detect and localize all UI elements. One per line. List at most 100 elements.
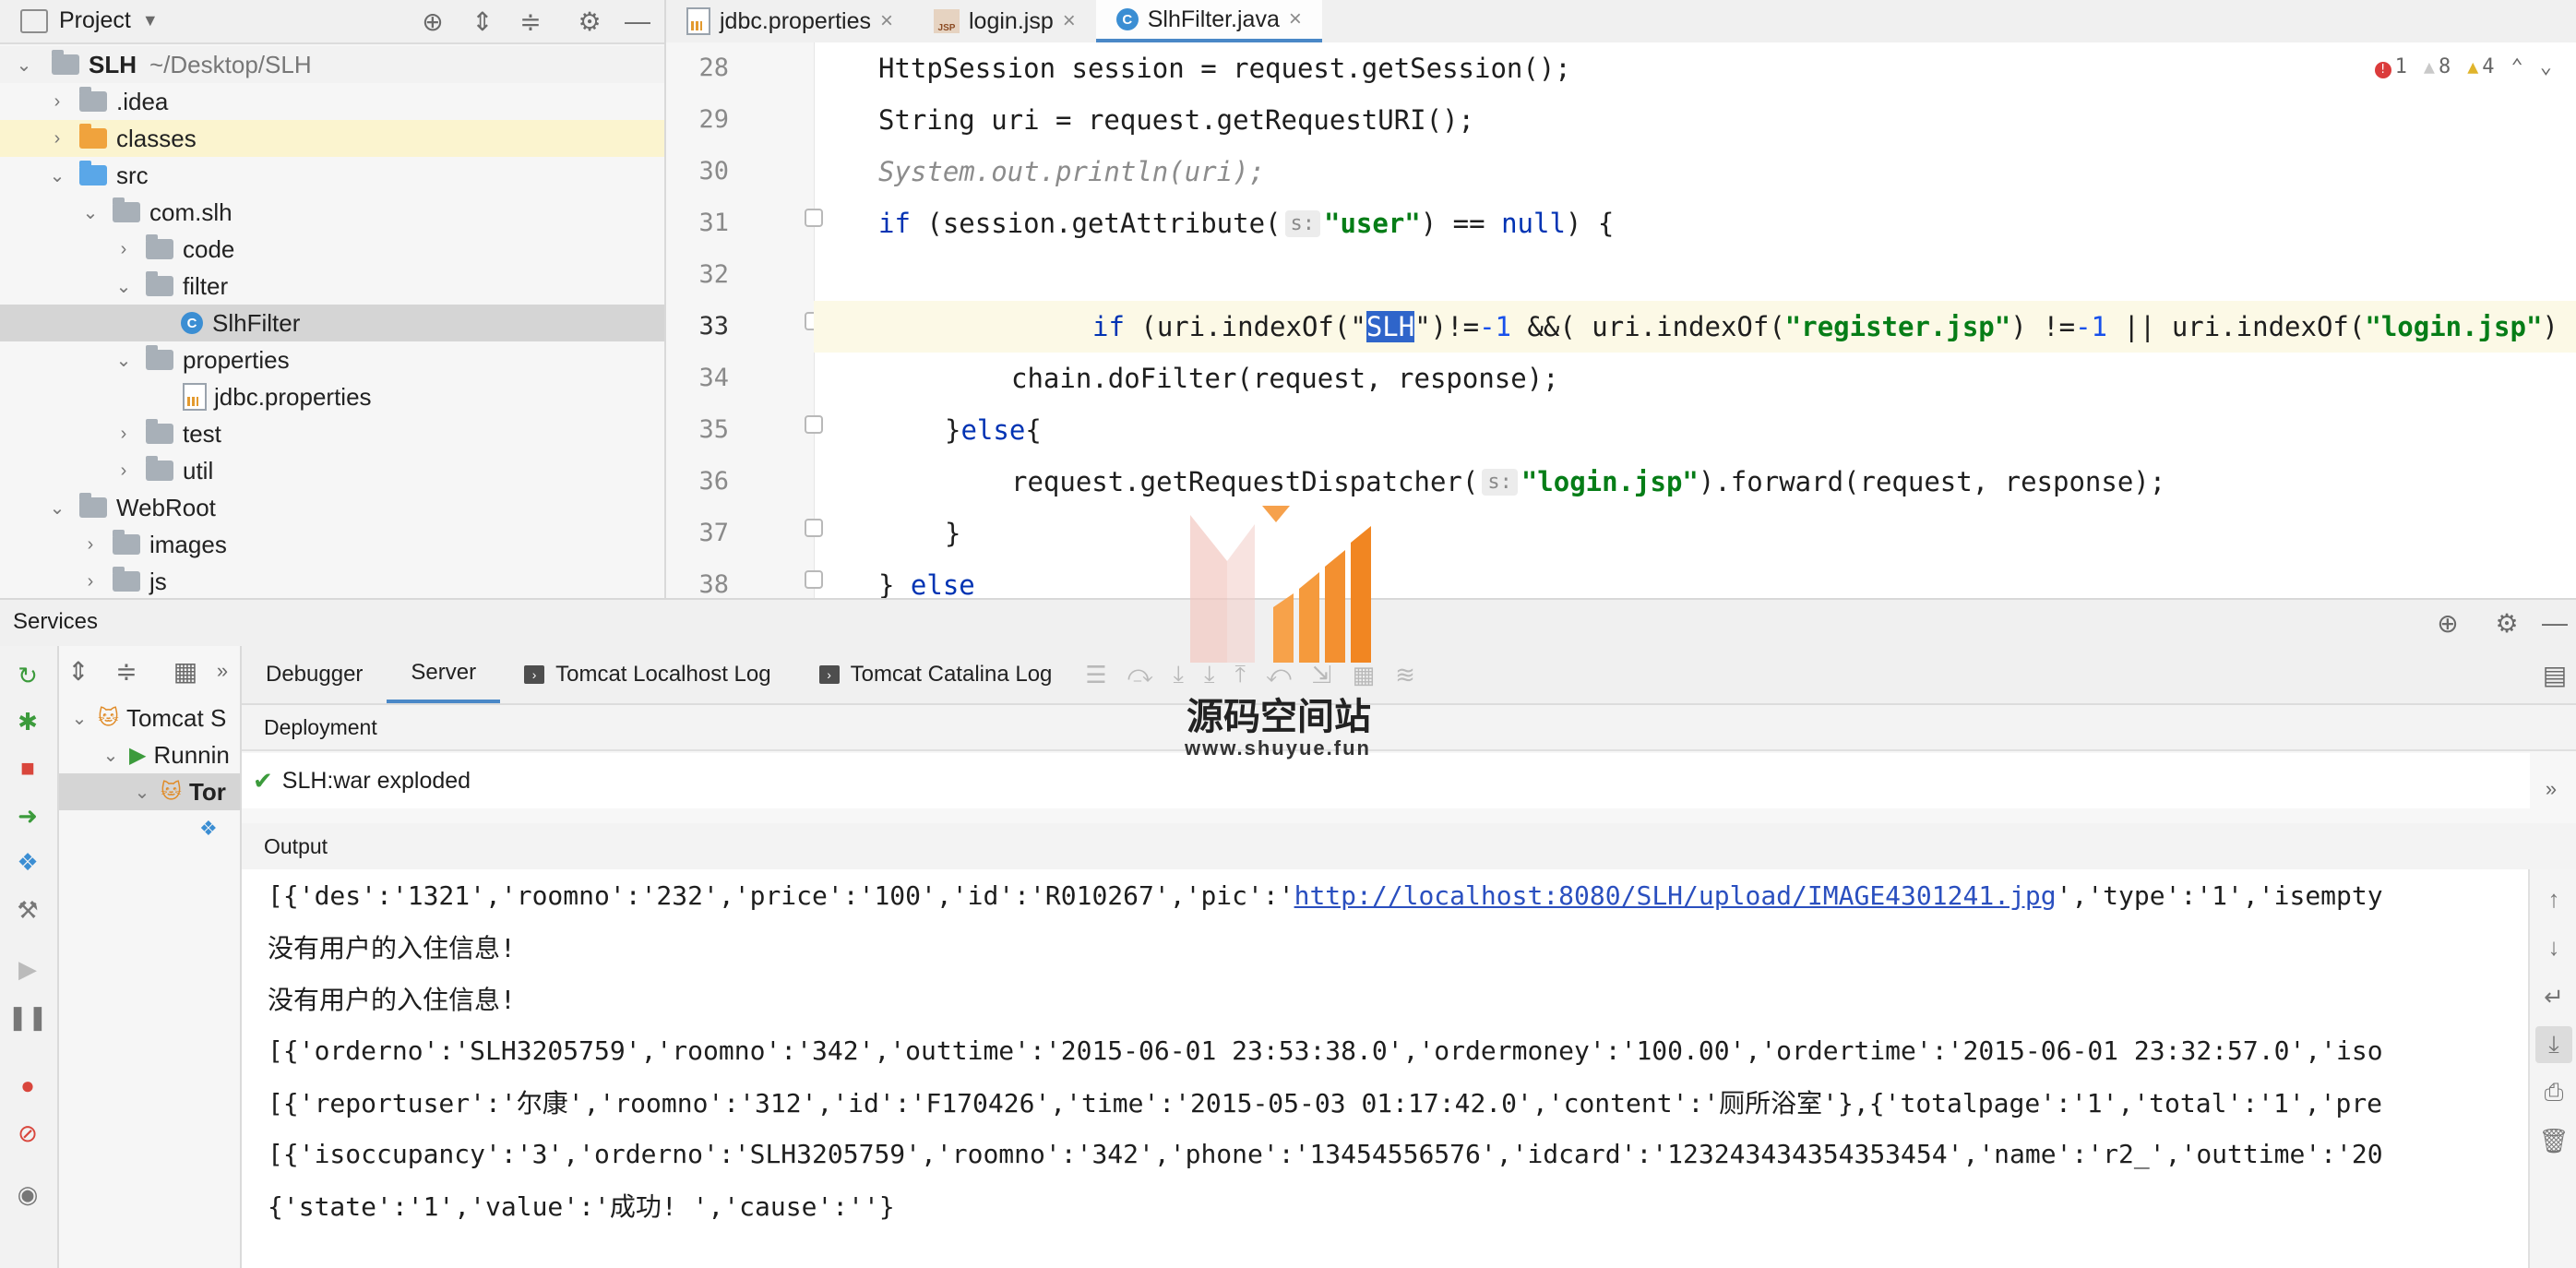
chevron-down-icon: ⌄ bbox=[16, 54, 32, 76]
expand-all-icon[interactable]: ⇕ bbox=[63, 655, 94, 687]
trash-icon[interactable]: 🗑 bbox=[2535, 1122, 2572, 1159]
chevron-down-icon[interactable]: ⌄ bbox=[2540, 55, 2552, 78]
locate-icon[interactable]: ⊕ bbox=[2432, 607, 2463, 639]
step-out-icon[interactable]: ⤒ bbox=[1235, 660, 1246, 689]
pause-icon[interactable]: ❚❚ bbox=[7, 999, 48, 1035]
fold-marker[interactable] bbox=[805, 519, 823, 537]
breakpoints-icon[interactable]: ● bbox=[9, 1067, 46, 1104]
tab-slhfilter-java[interactable]: C SlhFilter.java × bbox=[1095, 0, 1322, 42]
tree-item-com-slh[interactable]: ⌄ com.slh bbox=[0, 194, 664, 231]
tree-item-webroot[interactable]: ⌄ WebRoot bbox=[0, 489, 664, 526]
services-item-artifact[interactable]: ❖ bbox=[59, 810, 240, 847]
fold-marker[interactable] bbox=[805, 415, 823, 434]
step-into-icon[interactable]: ⤓ bbox=[1174, 660, 1185, 689]
more-icon[interactable]: » bbox=[2535, 773, 2567, 805]
services-item-tomcat-server[interactable]: ⌄ 🐱 Tor bbox=[59, 773, 240, 810]
scroll-down-icon[interactable]: ↓ bbox=[2535, 928, 2572, 965]
collapse-all-icon[interactable]: ≑ bbox=[111, 655, 142, 687]
scroll-up-icon[interactable]: ↑ bbox=[2535, 880, 2572, 917]
code-editor[interactable]: 28 29 30 31 32 33 34 35 36 37 38 HttpSes… bbox=[666, 42, 2576, 598]
tree-item-util[interactable]: › util bbox=[0, 452, 664, 489]
error-count: ! 1 bbox=[2374, 55, 2407, 78]
gear-icon[interactable]: ⚙ bbox=[574, 6, 605, 37]
expand-all-icon[interactable]: ⇕ bbox=[467, 6, 498, 37]
chevron-down-icon: ⌄ bbox=[134, 782, 150, 803]
watermark-logo bbox=[1190, 506, 1393, 663]
soft-wrap-icon[interactable]: ↵ bbox=[2535, 978, 2572, 1015]
error-icon: ! bbox=[2374, 61, 2391, 78]
tab-server[interactable]: Server bbox=[387, 646, 501, 703]
run-icon: ▶ bbox=[129, 742, 147, 768]
tree-item-slhfilter[interactable]: C SlhFilter bbox=[0, 305, 664, 341]
tree-item-slh[interactable]: ⌄ SLH ~/Desktop/SLH bbox=[0, 46, 664, 83]
tab-tomcat-catalina-log[interactable]: › Tomcat Catalina Log bbox=[795, 646, 1077, 703]
console-icon: › bbox=[524, 665, 545, 684]
tab-tomcat-localhost-log[interactable]: › Tomcat Localhost Log bbox=[500, 646, 794, 703]
layout-icon[interactable]: ▤ bbox=[2539, 659, 2570, 690]
code-text: } bbox=[945, 518, 961, 549]
close-icon[interactable]: × bbox=[880, 8, 893, 34]
selected-text: SLH bbox=[1366, 311, 1415, 342]
minimize-icon[interactable]: — bbox=[622, 6, 653, 37]
tab-debugger[interactable]: Debugger bbox=[242, 646, 387, 703]
tab-login-jsp[interactable]: JSP login.jsp × bbox=[913, 0, 1096, 42]
tree-item-jdbc-properties[interactable]: jdbc.properties bbox=[0, 378, 664, 415]
chevron-up-icon[interactable]: ⌃ bbox=[2511, 55, 2523, 78]
project-view-selector[interactable]: Project ▼ bbox=[20, 7, 159, 34]
tree-item-images[interactable]: › images bbox=[0, 526, 664, 563]
package-icon bbox=[146, 345, 173, 370]
tab-label: login.jsp bbox=[969, 7, 1054, 34]
deployment-item-label: SLH:war exploded bbox=[281, 767, 471, 794]
output-link[interactable]: http://localhost:8080/SLH/upload/IMAGE43… bbox=[1294, 880, 2057, 911]
tree-item-test[interactable]: › test bbox=[0, 415, 664, 452]
mute-breakpoints-icon[interactable]: ⊘ bbox=[9, 1115, 46, 1152]
chevron-down-icon: ⌄ bbox=[115, 276, 132, 297]
step-over-icon[interactable]: ⤼ bbox=[1127, 660, 1153, 689]
tree-item-classes[interactable]: › classes bbox=[0, 120, 664, 157]
run-to-cursor-icon[interactable]: ⇲ bbox=[1312, 661, 1332, 689]
more-icon[interactable]: » bbox=[207, 655, 238, 687]
list-icon[interactable]: ☰ bbox=[1085, 661, 1106, 689]
collapse-all-icon[interactable]: ≑ bbox=[515, 6, 546, 37]
fold-marker[interactable] bbox=[805, 570, 823, 589]
resume-icon[interactable]: ▶ bbox=[9, 951, 46, 987]
chevron-down-icon: ⌄ bbox=[71, 708, 88, 729]
group-icon[interactable]: ▦ bbox=[170, 655, 201, 687]
deploy-icon[interactable]: ➜ bbox=[9, 797, 46, 834]
rerun-icon[interactable]: ↻ bbox=[9, 657, 46, 694]
tree-item-properties[interactable]: ⌄ properties bbox=[0, 341, 664, 378]
tab-label: Debugger bbox=[266, 662, 364, 687]
tree-item-src[interactable]: ⌄ src bbox=[0, 157, 664, 194]
locate-icon[interactable]: ⊕ bbox=[417, 6, 448, 37]
tree-item-label: images bbox=[149, 530, 227, 558]
print-icon[interactable]: ⎙ bbox=[2535, 1074, 2572, 1111]
camera-icon[interactable]: ◉ bbox=[9, 1176, 46, 1213]
tree-item-filter[interactable]: ⌄ filter bbox=[0, 268, 664, 305]
tree-item-code[interactable]: › code bbox=[0, 231, 664, 268]
tree-item-idea[interactable]: › .idea bbox=[0, 83, 664, 120]
fold-marker[interactable] bbox=[805, 209, 823, 227]
close-icon[interactable]: × bbox=[1289, 6, 1302, 32]
wrench-icon[interactable]: ⚒ bbox=[9, 891, 46, 928]
output-console[interactable]: [{'des':'1321','roomno':'232','price':'1… bbox=[242, 869, 2528, 1268]
drop-frame-icon[interactable]: ⤺ bbox=[1266, 660, 1292, 689]
scroll-to-end-icon[interactable]: ⤓ bbox=[2535, 1026, 2572, 1063]
tab-jdbc-properties[interactable]: jdbc.properties × bbox=[666, 0, 913, 42]
debug-icon[interactable]: ✱ bbox=[9, 703, 46, 740]
evaluate-icon[interactable]: ▦ bbox=[1353, 661, 1376, 689]
minimize-icon[interactable]: — bbox=[2539, 607, 2570, 639]
services-item-running[interactable]: ⌄ ▶ Runnin bbox=[59, 736, 240, 773]
close-icon[interactable]: × bbox=[1063, 8, 1076, 34]
string-literal: "user" bbox=[1324, 208, 1421, 239]
tree-item-js[interactable]: › js bbox=[0, 563, 664, 598]
deployment-item[interactable]: ✔ SLH:war exploded bbox=[242, 753, 2530, 808]
services-title: Services bbox=[13, 609, 99, 634]
services-item-tomcat[interactable]: ⌄ 🐱 Tomcat S bbox=[59, 700, 240, 736]
trace-icon[interactable]: ≋ bbox=[1395, 661, 1415, 689]
artifacts-icon[interactable]: ❖ bbox=[9, 843, 46, 880]
warning-count: ▲ 8 bbox=[2423, 55, 2451, 78]
gear-icon[interactable]: ⚙ bbox=[2491, 607, 2522, 639]
stop-icon[interactable]: ■ bbox=[9, 749, 46, 786]
inspection-widget[interactable]: ! 1 ▲ 8 ▲ 4 ⌃ ⌄ bbox=[2374, 55, 2552, 78]
force-step-into-icon[interactable]: ⤓ bbox=[1204, 660, 1215, 689]
